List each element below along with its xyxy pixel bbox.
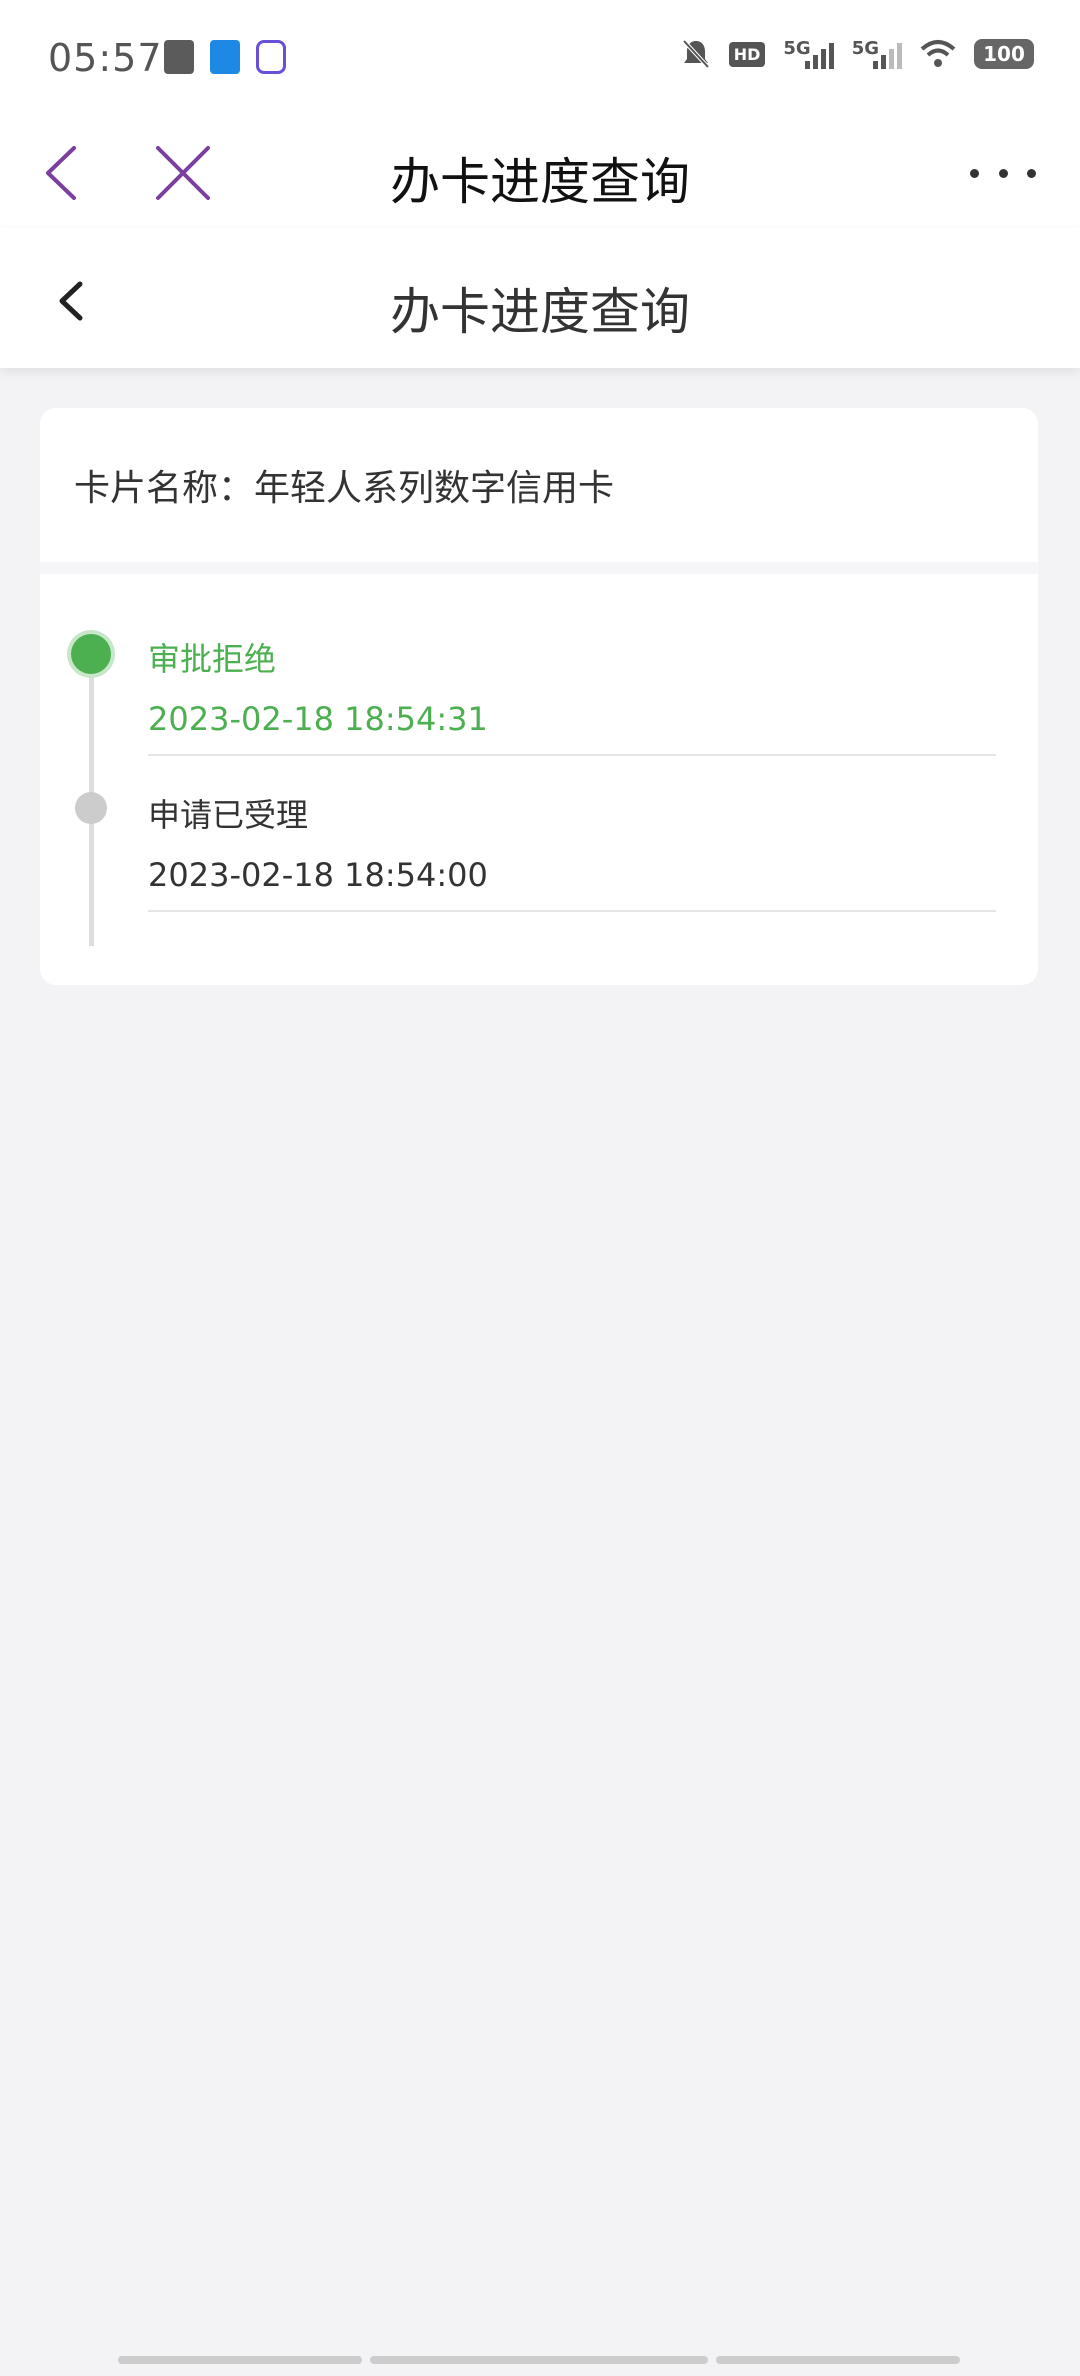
app-top-bar: 办卡进度查询 xyxy=(0,118,1080,228)
timeline-dot-active xyxy=(71,634,111,674)
hd-icon: HD xyxy=(728,41,766,67)
page-header: 办卡进度查询 xyxy=(0,228,1080,368)
timeline-time: 2023-02-18 18:54:31 xyxy=(148,700,488,738)
progress-timeline: 审批拒绝 2023-02-18 18:54:31 申请已受理 2023-02-1… xyxy=(40,586,1038,985)
clipboard-icon xyxy=(164,40,194,74)
status-bar: 05:57 HD 5G 5G 100 xyxy=(0,0,1080,118)
timeline-status: 申请已受理 xyxy=(148,796,309,834)
more-options-icon[interactable] xyxy=(970,158,1036,188)
network-5g-label-1: 5G xyxy=(783,38,811,59)
timeline-item: 申请已受理 2023-02-18 18:54:00 xyxy=(148,782,996,912)
app-notification-icon xyxy=(210,40,240,74)
status-notification-icons xyxy=(164,40,286,74)
wifi-icon xyxy=(920,40,956,67)
page-title: 办卡进度查询 xyxy=(390,283,690,341)
bell-off-icon xyxy=(682,39,710,69)
gesture-bar xyxy=(118,2356,960,2364)
timeline-dot-inactive xyxy=(75,792,107,824)
timeline-time: 2023-02-18 18:54:00 xyxy=(148,856,488,894)
card-name-label: 卡片名称：年轻人系列数字信用卡 xyxy=(40,408,1038,574)
app-badge-icon xyxy=(256,40,286,74)
app-top-title: 办卡进度查询 xyxy=(390,153,690,211)
status-right-icons: HD 5G 5G 100 xyxy=(681,38,1034,70)
progress-card: 卡片名称：年轻人系列数字信用卡 审批拒绝 2023-02-18 18:54:31… xyxy=(40,408,1038,985)
network-5g-label-2: 5G xyxy=(851,38,879,59)
timeline-status: 审批拒绝 xyxy=(148,640,277,678)
battery-icon: 100 xyxy=(974,39,1034,69)
status-time: 05:57 xyxy=(48,36,163,80)
timeline-item: 审批拒绝 2023-02-18 18:54:31 xyxy=(148,626,996,756)
